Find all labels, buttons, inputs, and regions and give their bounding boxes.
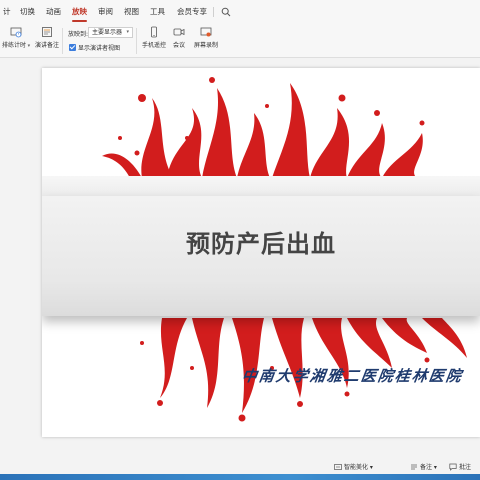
chevron-down-icon: ▾ <box>368 464 373 471</box>
tab-animations[interactable]: 动画 <box>46 4 61 20</box>
toolbar-divider <box>62 28 63 54</box>
tab-view[interactable]: 视图 <box>124 4 139 20</box>
notes-icon <box>411 464 417 470</box>
notes-icon <box>42 27 52 37</box>
phone-remote-button[interactable]: 手机遥控 <box>142 26 166 49</box>
tab-design-partial[interactable]: 计 <box>3 4 11 20</box>
smart-beautify-button[interactable]: 智能美化 ▾ <box>334 462 373 471</box>
notes-label: 备注 <box>420 464 433 471</box>
comments-button[interactable]: 批注 <box>449 462 471 471</box>
tab-tools[interactable]: 工具 <box>150 4 165 20</box>
title-band-top <box>42 176 480 196</box>
os-taskbar <box>0 474 480 480</box>
play-to-label: 放映到: <box>68 31 89 38</box>
screen-record-label: 屏幕录制 <box>194 42 219 49</box>
tab-review[interactable]: 审阅 <box>98 4 113 20</box>
screen-record-icon <box>200 27 212 37</box>
rehearse-timing-button[interactable]: 排练计时 ▾ <box>2 26 30 49</box>
status-bar: 智能美化 ▾ 备注 ▾ 批注 <box>0 458 480 474</box>
toolbar-divider <box>136 28 137 54</box>
video-camera-icon <box>173 28 185 36</box>
comments-label: 批注 <box>459 464 472 471</box>
tab-transitions[interactable]: 切换 <box>20 4 35 20</box>
chevron-down-icon: ▾ <box>26 43 31 49</box>
checkbox-checked-icon <box>69 44 76 51</box>
monitor-select[interactable]: 主要显示器 ▾ <box>88 27 133 38</box>
comment-icon <box>449 463 457 471</box>
rehearse-timing-label: 排练计时 <box>2 42 27 49</box>
monitor-select-value: 主要显示器 <box>92 29 123 36</box>
meeting-label: 会议 <box>173 42 186 49</box>
timer-icon <box>10 27 22 38</box>
smart-beautify-label: 智能美化 <box>344 464 369 471</box>
tab-member[interactable]: 会员专享 <box>177 4 207 20</box>
tab-divider <box>213 7 214 17</box>
slide-subtitle[interactable]: 中南大学湘雅二医院桂林医院 <box>241 365 465 386</box>
smart-beautify-icon <box>334 464 342 470</box>
slide-title[interactable]: 预防产后出血 <box>42 224 480 259</box>
phone-remote-label: 手机遥控 <box>142 42 167 49</box>
presenter-notes-label: 演讲备注 <box>35 42 60 49</box>
show-presenter-view-label: 显示演讲者视图 <box>78 45 121 52</box>
show-presenter-view-checkbox[interactable]: 显示演讲者视图 <box>69 43 120 52</box>
tab-slideshow[interactable]: 放映 <box>72 4 87 22</box>
chevron-down-icon: ▾ <box>126 29 129 35</box>
notes-button[interactable]: 备注 ▾ <box>410 462 437 471</box>
screen-record-button[interactable]: 屏幕录制 <box>194 26 218 49</box>
chevron-down-icon: ▾ <box>432 464 437 471</box>
presenter-notes-button[interactable]: 演讲备注 <box>35 26 59 49</box>
phone-icon <box>151 26 157 38</box>
meeting-button[interactable]: 会议 <box>173 26 185 49</box>
slide-canvas[interactable]: 预防产后出血 中南大学湘雅二医院桂林医院 <box>42 68 480 437</box>
ribbon-tab-bar: 计 切换 动画 放映 审阅 视图 工具 会员专享 <box>0 0 480 24</box>
search-icon[interactable] <box>221 7 231 17</box>
